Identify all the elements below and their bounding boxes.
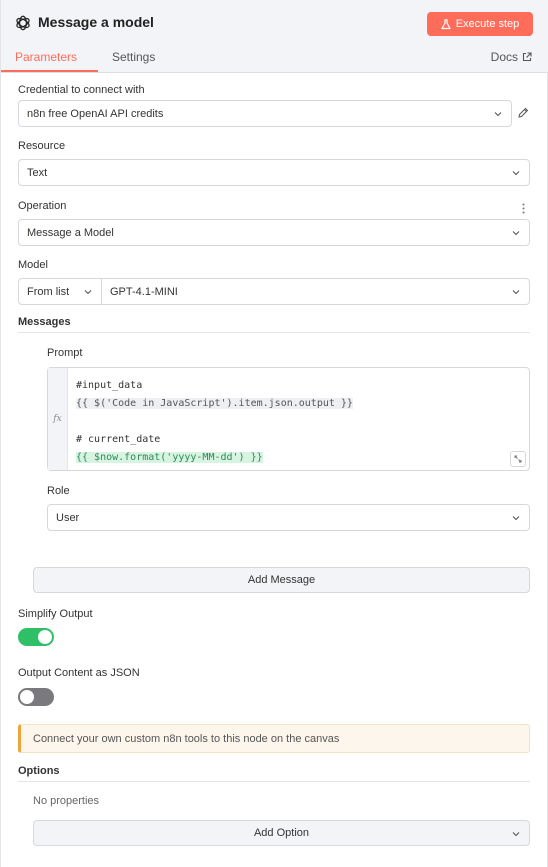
prompt-label: Prompt: [47, 347, 83, 359]
operation-value: Message a Model: [27, 226, 114, 239]
tools-notice-text: Connect your own custom n8n tools to thi…: [33, 732, 340, 745]
options-label: Options: [18, 765, 60, 777]
resource-select[interactable]: Text: [18, 159, 530, 186]
resource-label: Resource: [18, 140, 66, 152]
add-message-button[interactable]: Add Message: [33, 567, 530, 593]
chevron-down-icon: [512, 832, 520, 837]
credential-select[interactable]: n8n free OpenAI API credits: [18, 100, 512, 127]
resource-value: Text: [27, 166, 48, 179]
add-option-label: Add Option: [253, 827, 310, 839]
prompt-expression: {{ $now.format('yyyy-MM-dd') }}: [76, 452, 263, 463]
model-mode-value: From list: [27, 285, 70, 298]
external-link-icon: [522, 52, 532, 62]
prompt-expression: {{ $('Code in JavaScript').item.json.out…: [76, 398, 353, 409]
add-option-button[interactable]: Add Option: [33, 820, 530, 846]
execute-step-label: Execute step: [455, 18, 520, 30]
options-divider: [18, 781, 530, 782]
output-json-toggle[interactable]: [18, 688, 54, 706]
simplify-output-label: Simplify Output: [18, 608, 93, 620]
more-vertical-icon[interactable]: [522, 203, 525, 214]
role-select[interactable]: User: [47, 504, 530, 531]
model-select[interactable]: GPT-4.1-MINI: [101, 278, 530, 305]
messages-divider: [18, 332, 530, 333]
no-properties-text: No properties: [33, 795, 100, 807]
fx-indicator: fx: [48, 368, 68, 470]
node-title: Message a model: [38, 14, 154, 30]
prompt-line: #input_data: [76, 380, 143, 391]
role-label: Role: [47, 485, 70, 497]
operation-label: Operation: [18, 200, 67, 212]
model-mode-select[interactable]: From list: [18, 278, 102, 305]
execute-step-button[interactable]: Execute step: [427, 12, 533, 36]
prompt-expression-editor[interactable]: fx #input_data {{ $('Code in JavaScript'…: [47, 367, 530, 471]
active-tab-indicator: [1, 70, 98, 72]
credential-value: n8n free OpenAI API credits: [27, 107, 164, 120]
expand-icon: [514, 455, 522, 463]
model-label: Model: [18, 259, 48, 271]
model-value: GPT-4.1-MINI: [110, 285, 178, 298]
tab-parameters[interactable]: Parameters: [15, 50, 77, 64]
pencil-icon[interactable]: [517, 107, 529, 119]
docs-label: Docs: [490, 50, 518, 64]
role-value: User: [56, 511, 80, 524]
toggle-knob: [38, 630, 52, 644]
panel-header: Message a model Execute step Parameters …: [1, 0, 548, 73]
operation-select[interactable]: Message a Model: [18, 219, 530, 246]
chevron-down-icon: [512, 290, 520, 295]
tab-settings[interactable]: Settings: [112, 50, 155, 64]
docs-link[interactable]: Docs: [491, 50, 532, 64]
chevron-down-icon: [512, 516, 520, 521]
prompt-line: # current_date: [76, 434, 161, 445]
messages-label: Messages: [18, 316, 71, 328]
credential-label: Credential to connect with: [18, 84, 145, 96]
output-json-label: Output Content as JSON: [18, 667, 140, 679]
chevron-down-icon: [494, 112, 502, 117]
chevron-down-icon: [84, 290, 92, 295]
node-parameters-panel: Message a model Execute step Parameters …: [0, 0, 548, 867]
expand-editor-button[interactable]: [510, 451, 526, 467]
add-message-label: Add Message: [247, 574, 316, 586]
chevron-down-icon: [512, 171, 520, 176]
openai-logo-icon: [16, 15, 30, 31]
flask-icon: [441, 18, 451, 29]
tools-notice: Connect your own custom n8n tools to thi…: [18, 724, 530, 753]
simplify-output-toggle[interactable]: [18, 628, 54, 646]
chevron-down-icon: [512, 231, 520, 236]
toggle-knob: [20, 690, 34, 704]
